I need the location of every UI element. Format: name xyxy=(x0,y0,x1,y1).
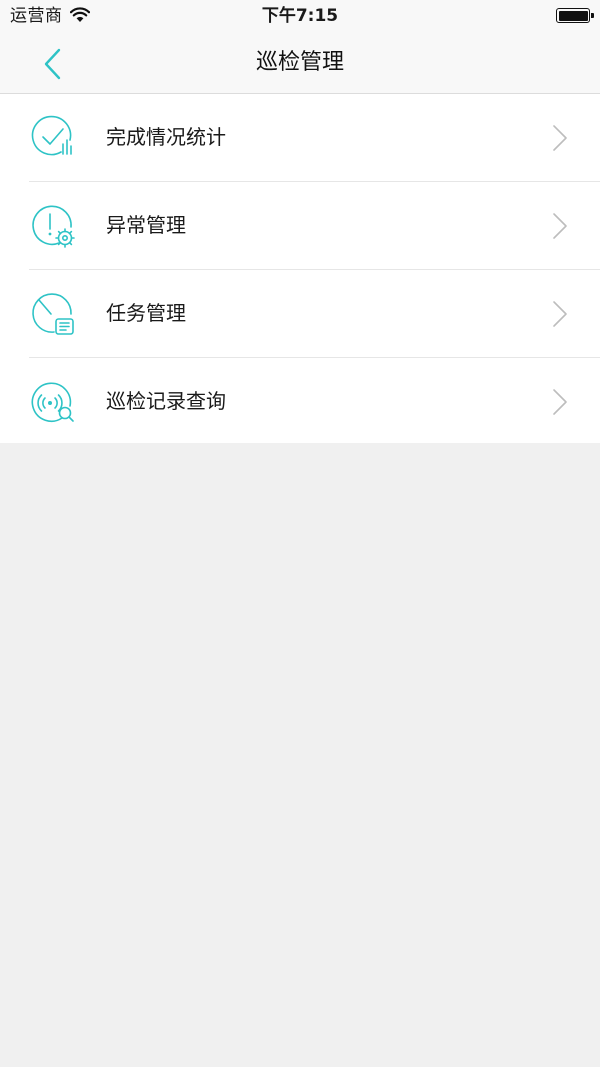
page-title: 巡检管理 xyxy=(255,50,344,75)
menu-item-inspection-records[interactable]: 巡检记录查询 xyxy=(0,358,600,443)
battery-icon xyxy=(556,8,594,23)
signal-search-icon xyxy=(31,382,74,423)
navigation-bar: 巡检管理 xyxy=(0,33,600,94)
menu-item-abnormal-management[interactable]: 异常管理 xyxy=(0,182,600,270)
menu-item-task-management[interactable]: 任务管理 xyxy=(0,270,600,358)
chevron-right-icon xyxy=(553,125,567,151)
menu-item-label: 任务管理 xyxy=(106,301,186,325)
chevron-right-icon xyxy=(553,389,567,415)
status-bar: 运营商 下午7:15 xyxy=(0,0,600,33)
status-time: 下午7:15 xyxy=(261,6,339,26)
completion-stats-icon xyxy=(31,115,72,156)
menu-item-label: 完成情况统计 xyxy=(106,125,226,149)
menu-item-label: 巡检记录查询 xyxy=(106,389,226,413)
menu-item-completion-stats[interactable]: 完成情况统计 xyxy=(0,94,600,182)
menu-item-label: 异常管理 xyxy=(106,213,186,237)
menu-list: 完成情况统计 异常管理 任务管理 巡检记录查询 xyxy=(0,94,600,443)
chevron-right-icon xyxy=(553,301,567,327)
abnormal-settings-icon xyxy=(32,205,75,248)
task-list-icon xyxy=(32,293,74,335)
chevron-right-icon xyxy=(553,213,567,239)
